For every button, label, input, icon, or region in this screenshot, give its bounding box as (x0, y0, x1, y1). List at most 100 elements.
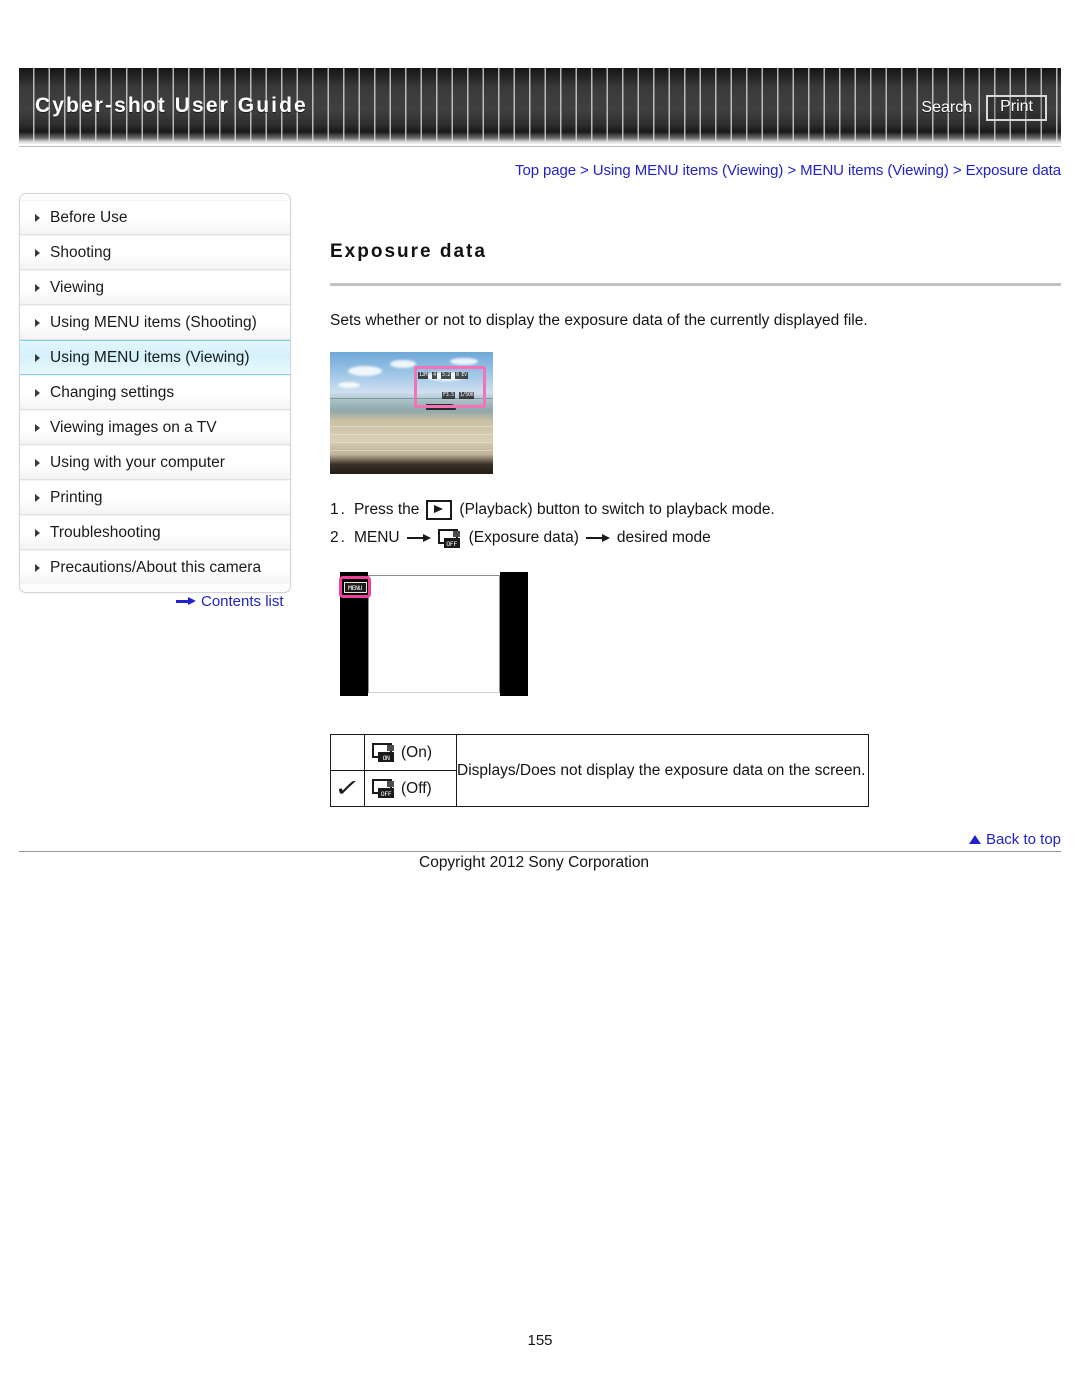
sand-ripple (330, 434, 493, 436)
sidebar-item-using-menu-items-viewing[interactable]: Using MENU items (Viewing) (20, 340, 290, 375)
step-text-before-icon: Press the (353, 501, 420, 519)
sidebar-item-troubleshooting[interactable]: Troubleshooting (20, 515, 290, 550)
arrow-right-icon (585, 533, 610, 543)
breadcrumb-separator: > (580, 162, 589, 179)
option-cell-on: ON (On) (364, 734, 457, 772)
sidebar-item-precautions-about-this-camera[interactable]: Precautions/About this camera (20, 550, 290, 585)
screen-area (368, 575, 500, 694)
option-description: Displays/Does not display the exposure d… (456, 734, 869, 808)
option-check-cell-on (330, 734, 365, 772)
sidebar-item-using-menu-items-shooting[interactable]: Using MENU items (Shooting) (20, 305, 290, 340)
icon-square (387, 745, 394, 752)
exposure-data-icon: OFF (437, 528, 462, 548)
exposure-data-on-icon: ON (372, 743, 396, 763)
options-table: ON (On) Displays/Does not display the ex… (330, 734, 869, 808)
icon-tag: OFF (443, 537, 460, 548)
page-title: Exposure data (330, 240, 487, 262)
sidebar-item-shooting[interactable]: Shooting (20, 235, 290, 270)
breadcrumb[interactable]: Top page > Using MENU items (Viewing) > … (515, 162, 1061, 179)
title-divider (330, 283, 1061, 287)
option-label-on: (On) (401, 743, 432, 761)
sidebar-item-label: Printing (50, 488, 103, 506)
triangle-right-icon (35, 213, 40, 222)
sidebar-item-label: Using MENU items (Viewing) (50, 348, 250, 366)
cloud-shape (348, 366, 382, 377)
sidebar-item-viewing-images-on-a-tv[interactable]: Viewing images on a TV (20, 410, 290, 445)
icon-square (387, 781, 394, 788)
back-to-top-link[interactable]: Back to top (968, 831, 1061, 848)
menu-screen-mockup: MENU (330, 572, 538, 697)
screen-bar-right (500, 572, 528, 697)
sidebar-item-before-use[interactable]: Before Use (20, 200, 290, 235)
triangle-right-icon (35, 493, 40, 502)
sand-ripple (330, 426, 493, 428)
triangle-right-icon (35, 248, 40, 257)
option-check-cell-off: ✓ (330, 770, 365, 808)
sidebar-item-changing-settings[interactable]: Changing settings (20, 375, 290, 410)
site-header: Cyber-shot User Guide Search Print (19, 68, 1061, 144)
page-number: 155 (527, 1332, 553, 1349)
main-content: Exposure data Sets whether or not to dis… (330, 228, 1061, 808)
breadcrumb-item-menu-items-viewing[interactable]: MENU items (Viewing) (800, 162, 949, 179)
instruction-step-2: 2. MENU OFF (Exposure data) desired mode (330, 524, 1061, 552)
sidebar-item-label: Viewing (50, 278, 105, 296)
icon-tag: OFF (378, 788, 394, 799)
instruction-steps: 1. Press the (Playback) button to switch… (330, 496, 1061, 552)
triangle-right-icon (35, 528, 40, 537)
step-text-after-icon: (Playback) button to switch to playback … (459, 501, 775, 519)
arrow-right-icon (406, 533, 431, 543)
sidebar-item-label: Troubleshooting (50, 523, 161, 541)
icon-tag: ON (378, 752, 394, 763)
sidebar-item-using-with-your-computer[interactable]: Using with your computer (20, 445, 290, 480)
playback-icon (426, 500, 453, 521)
sample-photo: 12M 4 3:2 0 EV F3.5 1/500 (330, 352, 493, 475)
sand-ripple (330, 442, 493, 444)
breadcrumb-item-top-page[interactable]: Top page (515, 162, 576, 179)
check-icon: ✓ (333, 774, 362, 802)
menu-button-highlight: MENU (339, 576, 371, 599)
sidebar-item-label: Changing settings (50, 383, 175, 401)
icon-square (452, 530, 460, 537)
triangle-right-icon (35, 423, 40, 432)
cloud-shape (450, 358, 478, 366)
sidebar-item-label: Before Use (50, 208, 128, 226)
sidebar-item-printing[interactable]: Printing (20, 480, 290, 515)
print-button[interactable]: Print (986, 95, 1047, 121)
breadcrumb-item-using-menu-items-viewing[interactable]: Using MENU items (Viewing) (593, 162, 784, 179)
footer-divider (19, 851, 1061, 852)
triangle-right-icon (35, 318, 40, 327)
header-divider (19, 146, 1061, 147)
copyright-text: Copyright 2012 Sony Corporation (419, 854, 650, 871)
contents-list-link[interactable]: Contents list (176, 593, 284, 610)
table-row: ON (On) Displays/Does not display the ex… (330, 734, 869, 808)
instruction-step-1: 1. Press the (Playback) button to switch… (330, 496, 1061, 524)
sidebar-item-label: Using MENU items (Shooting) (50, 313, 257, 331)
sidebar-item-label: Viewing images on a TV (50, 418, 217, 436)
step-number: 2. (330, 529, 347, 547)
step-number: 1. (330, 501, 347, 519)
triangle-up-icon (968, 835, 981, 844)
sidebar-navigation: Before Use Shooting Viewing Using MENU i… (19, 193, 291, 593)
header-tools: Search Print (921, 95, 1047, 121)
contents-list-label: Contents list (201, 593, 284, 610)
triangle-right-icon (35, 388, 40, 397)
site-title: Cyber-shot User Guide (35, 94, 308, 117)
step-icon-caption: (Exposure data) (468, 529, 579, 547)
triangle-right-icon (35, 458, 40, 467)
option-label-off: (Off) (401, 779, 432, 797)
breadcrumb-separator: > (952, 162, 962, 179)
exposure-data-highlight-box (414, 366, 486, 409)
triangle-right-icon (35, 283, 40, 292)
cloud-shape (338, 382, 360, 389)
triangle-right-icon (35, 563, 40, 572)
arrow-right-icon (176, 597, 196, 606)
step-final-text: desired mode (616, 529, 711, 547)
breadcrumb-item-exposure-data[interactable]: Exposure data (966, 162, 1062, 179)
sidebar-item-label: Using with your computer (50, 453, 225, 471)
sidebar-item-viewing[interactable]: Viewing (20, 270, 290, 305)
search-button[interactable]: Search (921, 99, 972, 117)
back-to-top-label: Back to top (985, 831, 1061, 848)
sidebar-item-label: Shooting (50, 243, 112, 261)
sand-ripple (330, 450, 493, 452)
exposure-data-off-icon: OFF (372, 779, 396, 799)
